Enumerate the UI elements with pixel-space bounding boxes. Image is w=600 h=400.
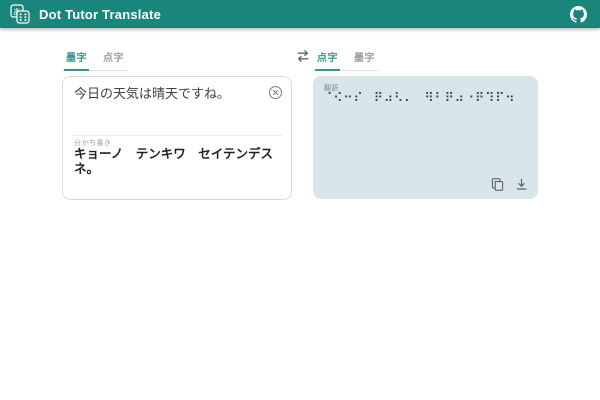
swap-direction-button[interactable] xyxy=(295,48,311,64)
braille-kana-logo-icon: あ xyxy=(10,4,30,24)
clear-input-button[interactable] xyxy=(267,85,283,101)
github-link-button[interactable] xyxy=(568,4,588,24)
source-panel: 墨字 点字 今日の天気は晴天ですね。 分かち書き キョーノ テンキワ セイテンデ… xyxy=(62,46,292,200)
output-tabbar: 点字 墨字 xyxy=(313,46,379,71)
output-panel: 点字 墨字 翻訳 ⠈⠪⠒⠎⠀⠟⠴⠣⠄⠀⠻⠃⠟⠴⠐⠟⠹⠏⠲ xyxy=(313,46,538,199)
output-actions xyxy=(489,176,529,192)
tab-sumiji-source[interactable]: 墨字 xyxy=(64,46,89,71)
output-card: 翻訳 ⠈⠪⠒⠎⠀⠟⠴⠣⠄⠀⠻⠃⠟⠴⠐⠟⠹⠏⠲ xyxy=(313,76,538,199)
card-divider xyxy=(72,135,282,136)
copy-icon xyxy=(490,177,505,192)
app-title: Dot Tutor Translate xyxy=(39,7,161,22)
segmentation-text: キョーノ テンキワ セイテンデスネ。 xyxy=(74,147,281,177)
braille-output-text: ⠈⠪⠒⠎⠀⠟⠴⠣⠄⠀⠻⠃⠟⠴⠐⠟⠹⠏⠲ xyxy=(323,91,530,107)
tab-sumiji-output[interactable]: 墨字 xyxy=(352,46,377,71)
source-text-input[interactable]: 今日の天気は晴天ですね。 xyxy=(74,86,259,101)
app-header: あ Dot Tutor Translate xyxy=(0,0,600,28)
source-card: 今日の天気は晴天ですね。 分かち書き キョーノ テンキワ セイテンデスネ。 xyxy=(62,76,292,200)
copy-button[interactable] xyxy=(489,176,505,192)
source-tabbar: 墨字 点字 xyxy=(62,46,128,71)
clear-circle-icon xyxy=(268,85,283,100)
github-icon xyxy=(570,6,587,23)
tab-tenji-output[interactable]: 点字 xyxy=(315,46,340,71)
download-button[interactable] xyxy=(513,176,529,192)
download-icon xyxy=(514,177,529,192)
swap-horizontal-icon xyxy=(295,48,311,64)
tab-tenji-source[interactable]: 点字 xyxy=(101,46,126,71)
